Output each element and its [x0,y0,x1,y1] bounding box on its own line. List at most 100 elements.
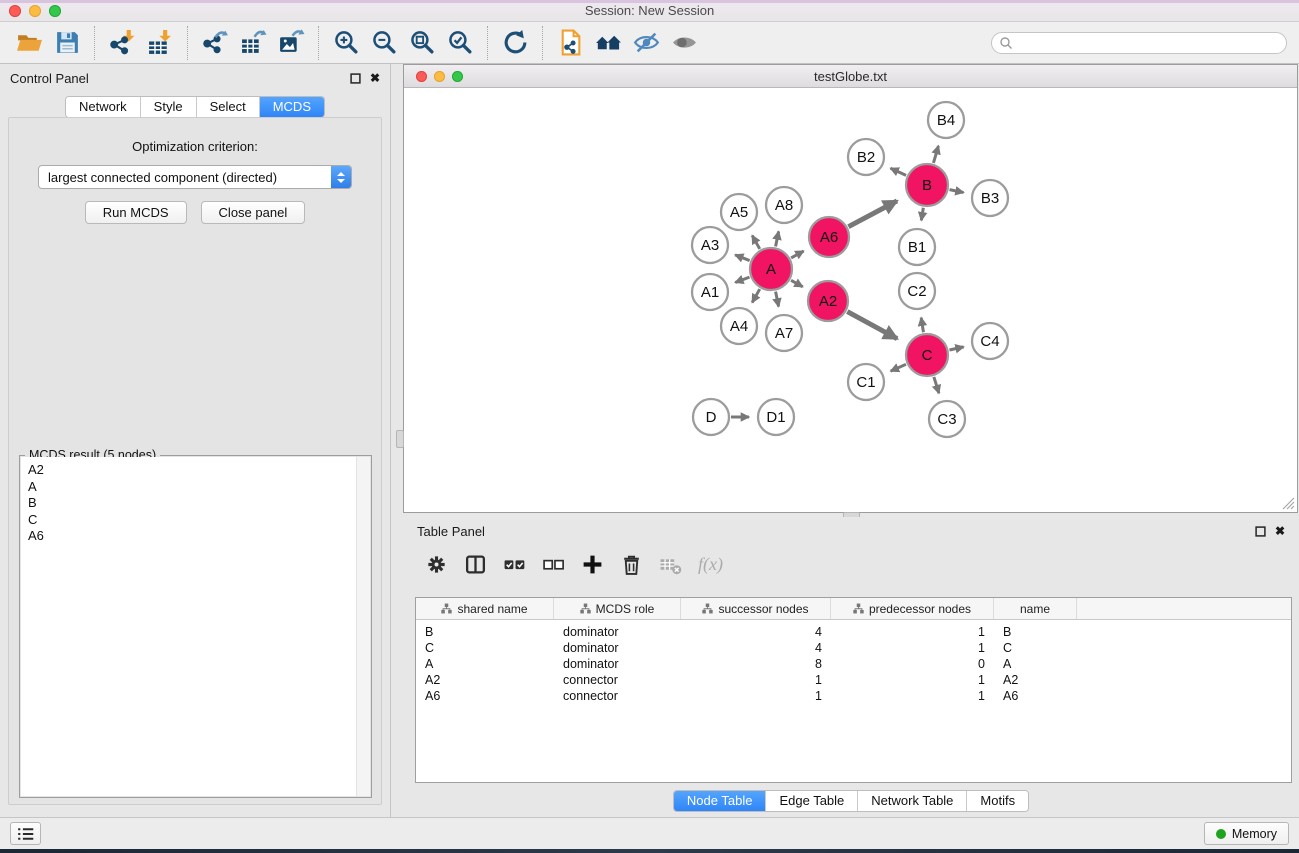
close-table-panel-icon[interactable]: ✖ [1275,526,1285,537]
graph-node-A8[interactable]: A8 [766,187,802,223]
graph-node-A7[interactable]: A7 [766,315,802,351]
memory-button[interactable]: Memory [1204,822,1289,845]
window-resize-grip[interactable] [1282,497,1295,510]
close-window-button[interactable] [9,5,21,17]
zoom-out-button[interactable] [365,26,403,60]
table-row[interactable]: Cdominator41C [416,640,1291,656]
task-history-button[interactable] [10,822,41,845]
network-close-button[interactable] [416,71,427,82]
network-minimize-button[interactable] [434,71,445,82]
graph-edge-A-A7[interactable] [776,292,779,307]
optimization-criterion-dropdown[interactable]: largest connected component (directed) [38,165,352,189]
graph-edge-B-B4[interactable] [933,146,938,163]
table-row[interactable]: A6connector11A6 [416,688,1291,704]
import-table-button[interactable] [141,26,179,60]
vertical-splitter-handle[interactable] [396,430,404,448]
graph-edge-A-A1[interactable] [735,277,749,282]
select-all-button[interactable] [503,553,526,576]
refresh-button[interactable] [496,26,534,60]
graph-node-A5[interactable]: A5 [721,194,757,230]
graph-node-C2[interactable]: C2 [899,273,935,309]
graph-node-B1[interactable]: B1 [899,229,935,265]
zoom-in-button[interactable] [327,26,365,60]
graph-node-A2[interactable]: A2 [808,281,848,321]
float-table-panel-icon[interactable] [1255,526,1266,537]
save-session-button[interactable] [48,26,86,60]
table-tab-network-table[interactable]: Network Table [858,791,967,811]
graph-node-A3[interactable]: A3 [692,227,728,263]
graph-node-B[interactable]: B [906,164,948,206]
tab-network[interactable]: Network [66,97,141,117]
graph-node-C1[interactable]: C1 [848,364,884,400]
graph-node-A6[interactable]: A6 [809,217,849,257]
table-row[interactable]: A2connector11A2 [416,672,1291,688]
graph-node-C3[interactable]: C3 [929,401,965,437]
graph-edge-A2-C[interactable] [847,312,897,339]
graph-edge-C-C2[interactable] [921,318,923,333]
mcds-result-scrollbar[interactable] [356,457,370,796]
table-tab-edge-table[interactable]: Edge Table [766,791,858,811]
export-network-button[interactable] [196,26,234,60]
zoom-window-button[interactable] [49,5,61,17]
table-row[interactable]: Bdominator41B [416,624,1291,640]
graph-edge-A-A5[interactable] [752,236,760,249]
graph-edge-B-B1[interactable] [921,208,923,221]
search-field[interactable] [991,32,1287,54]
table-row[interactable]: Adominator80A [416,656,1291,672]
add-row-button[interactable] [581,553,604,576]
graph-node-B2[interactable]: B2 [848,139,884,175]
graph-edge-C-C4[interactable] [949,347,963,350]
column-header-shared-name[interactable]: shared name [416,598,554,619]
graph-edge-B-B2[interactable] [891,168,907,175]
graph-node-D[interactable]: D [693,399,729,435]
zoom-fit-button[interactable] [403,26,441,60]
graph-node-C[interactable]: C [906,334,948,376]
table-tab-motifs[interactable]: Motifs [967,791,1028,811]
import-network-button[interactable] [103,26,141,60]
home-view-button[interactable] [589,26,627,60]
tab-select[interactable]: Select [197,97,260,117]
export-table-button[interactable] [234,26,272,60]
column-header-name[interactable]: name [994,598,1077,619]
column-header-predecessor-nodes[interactable]: predecessor nodes [831,598,994,619]
delete-row-button[interactable] [620,553,643,576]
close-panel-button[interactable]: Close panel [201,201,306,224]
hide-selected-button[interactable] [627,26,665,60]
network-canvas[interactable]: A A1 A3 A4 A5 A7 A8A6 A2 B B1 B2 B3 B4 C C1 C2 C3 C4 D D1 [404,88,1297,512]
zoom-selected-button[interactable] [441,26,479,60]
table-tab-node-table[interactable]: Node Table [674,791,767,811]
search-input[interactable] [1017,36,1279,50]
tab-style[interactable]: Style [141,97,197,117]
graph-node-A4[interactable]: A4 [721,308,757,344]
graph-edge-A-A4[interactable] [752,289,760,302]
deselect-all-button[interactable] [542,553,565,576]
graph-edge-A-A8[interactable] [776,231,779,246]
open-session-button[interactable] [10,26,48,60]
graph-edge-A6-B[interactable] [848,201,897,227]
graph-edge-A-A6[interactable] [791,251,803,258]
column-header-successor-nodes[interactable]: successor nodes [681,598,831,619]
graph-edge-C-C3[interactable] [934,377,939,393]
graph-node-C4[interactable]: C4 [972,323,1008,359]
graph-node-A[interactable]: A [750,248,792,290]
network-zoom-button[interactable] [452,71,463,82]
export-image-button[interactable] [272,26,310,60]
graph-edge-B-B3[interactable] [950,190,964,193]
graph-edge-A-A2[interactable] [791,280,803,287]
minimize-window-button[interactable] [29,5,41,17]
graph-edge-C-C1[interactable] [891,364,906,371]
graph-node-A1[interactable]: A1 [692,274,728,310]
column-layout-button[interactable] [464,553,487,576]
show-hidden-button[interactable] [665,26,703,60]
run-mcds-button[interactable]: Run MCDS [85,201,187,224]
tab-mcds[interactable]: MCDS [260,97,324,117]
column-header-mcds-role[interactable]: MCDS role [554,598,681,619]
graph-node-D1[interactable]: D1 [758,399,794,435]
open-session-file-button[interactable] [551,26,589,60]
graph-node-B3[interactable]: B3 [972,180,1008,216]
graph-edge-A-A3[interactable] [735,255,749,261]
graph-node-B4[interactable]: B4 [928,102,964,138]
table-settings-button[interactable] [425,553,448,576]
float-panel-icon[interactable] [350,73,361,84]
close-panel-icon[interactable]: ✖ [370,73,380,84]
